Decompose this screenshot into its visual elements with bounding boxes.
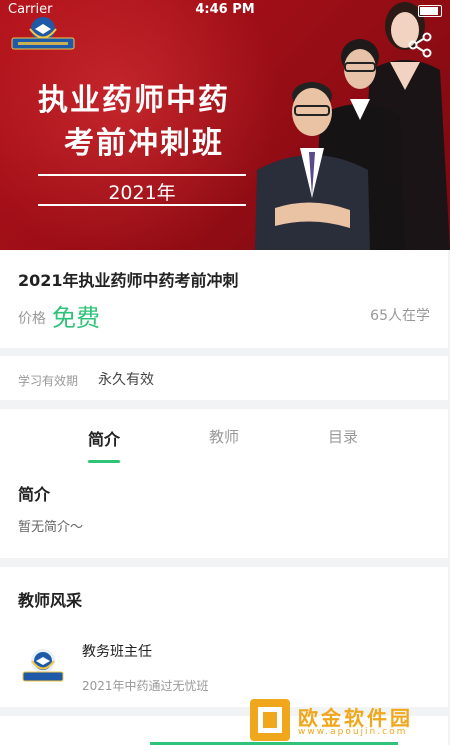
- course-banner: 执业药师中药 考前冲刺班 2021年 Carrier 4:46 PM: [0, 0, 450, 250]
- banner-rule-top: [38, 174, 246, 176]
- teacher-name[interactable]: 教务班主任: [82, 641, 152, 661]
- banner-rule-bottom: [38, 204, 246, 206]
- validity-value: 永久有效: [98, 372, 154, 388]
- teachers-heading: 教师风采: [18, 591, 83, 610]
- validity-label: 学习有效期: [18, 374, 79, 388]
- tab-teachers[interactable]: 教师: [184, 426, 264, 447]
- tab-catalog[interactable]: 目录: [303, 426, 383, 447]
- intro-heading: 简介: [18, 485, 51, 504]
- share-icon[interactable]: [405, 30, 435, 60]
- active-tab-indicator: [88, 460, 120, 463]
- learner-count: 65人在学: [370, 308, 430, 324]
- teacher-photo-front: [255, 82, 370, 250]
- battery-icon: [418, 5, 442, 17]
- banner-year: 2021年: [108, 182, 176, 204]
- watermark-url: www.apoujin.com: [298, 727, 408, 737]
- course-title: 2021年执业药师中药考前冲刺: [18, 271, 239, 290]
- tab-intro[interactable]: 简介: [64, 426, 144, 450]
- status-time: 4:46 PM: [195, 2, 255, 17]
- brand-logo: [11, 17, 75, 50]
- banner-title-line1: 执业药师中药: [38, 83, 230, 118]
- intro-text: 暂无简介～: [18, 520, 84, 535]
- banner-title-line2: 考前冲刺班: [64, 126, 224, 161]
- price-label: 价格: [18, 311, 46, 327]
- status-bar: Carrier 4:46 PM: [0, 0, 450, 20]
- teacher-avatar[interactable]: [20, 646, 66, 684]
- teacher-description: 2021年中药通过无忧班: [82, 679, 209, 693]
- price-value: 免费: [52, 304, 100, 332]
